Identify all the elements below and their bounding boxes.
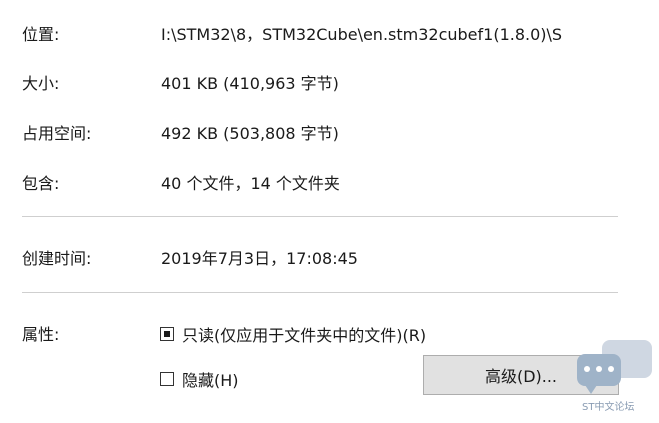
size-label: 大小: — [22, 74, 60, 93]
size-value: 401 KB (410,963 字节) — [161, 74, 339, 93]
size-on-disk-label: 占用空间: — [22, 124, 92, 143]
size-on-disk-value: 492 KB (503,808 字节) — [161, 124, 339, 143]
hidden-label[interactable]: 隐藏(H) — [182, 367, 239, 391]
hidden-checkbox[interactable] — [160, 372, 174, 386]
readonly-checkbox-row[interactable]: 只读(仅应用于文件夹中的文件)(R) — [160, 322, 426, 346]
contains-label: 包含: — [22, 174, 60, 193]
hidden-checkbox-row[interactable]: 隐藏(H) — [160, 367, 239, 391]
readonly-checkbox[interactable] — [160, 327, 174, 341]
chat-bubble-icon — [577, 354, 621, 394]
contains-value: 40 个文件，14 个文件夹 — [161, 174, 340, 193]
location-label: 位置: — [22, 25, 60, 44]
location-value: I:\STM32\8，STM32Cube\en.stm32cubef1(1.8.… — [161, 25, 563, 44]
created-value: 2019年7月3日，17:08:45 — [161, 249, 358, 268]
created-row: 创建时间: 2019年7月3日，17:08:45 — [0, 240, 659, 270]
size-row: 大小: 401 KB (410,963 字节) — [0, 65, 659, 95]
created-label: 创建时间: — [22, 249, 92, 268]
separator — [22, 292, 618, 293]
watermark: ST中文论坛 — [574, 340, 654, 420]
contains-row: 包含: 40 个文件，14 个文件夹 — [0, 165, 659, 195]
size-on-disk-row: 占用空间: 492 KB (503,808 字节) — [0, 115, 659, 145]
readonly-label[interactable]: 只读(仅应用于文件夹中的文件)(R) — [182, 322, 426, 346]
watermark-text: ST中文论坛 — [582, 402, 635, 413]
attributes-label: 属性: — [22, 325, 60, 344]
location-row: 位置: I:\STM32\8，STM32Cube\en.stm32cubef1(… — [0, 16, 659, 46]
separator — [22, 216, 618, 217]
properties-panel: 位置: I:\STM32\8，STM32Cube\en.stm32cubef1(… — [0, 0, 659, 423]
